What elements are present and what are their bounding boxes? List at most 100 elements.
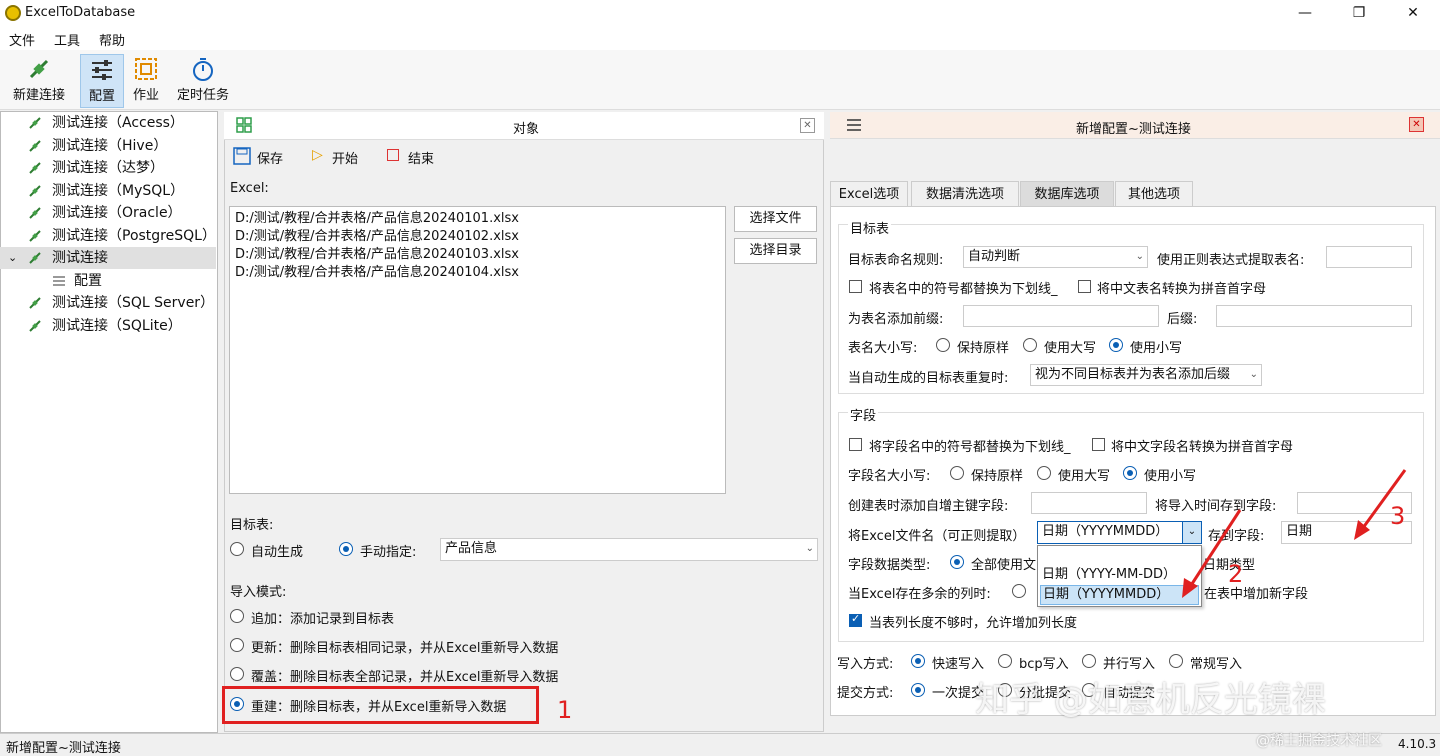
close-button[interactable]: ✕ bbox=[1390, 0, 1436, 26]
end-label: 结束 bbox=[408, 152, 435, 167]
menu-tools[interactable]: 工具 bbox=[54, 30, 80, 49]
data-type-text-radio[interactable] bbox=[950, 555, 964, 569]
config-button[interactable]: 配置 bbox=[80, 54, 124, 108]
minimize-button[interactable]: — bbox=[1282, 0, 1328, 26]
close-icon[interactable]: ✕ bbox=[1409, 117, 1424, 132]
save-icon bbox=[233, 147, 251, 165]
tab-data-cleaning[interactable]: 数据清洗选项 bbox=[911, 181, 1019, 206]
new-connection-label: 新建连接 bbox=[12, 88, 65, 103]
excel-file-list[interactable]: D:/测试/教程/合并表格/产品信息20240101.xlsx D:/测试/教程… bbox=[229, 206, 726, 494]
tree-item-hive[interactable]: 测试连接（Hive） bbox=[0, 135, 216, 157]
tree-item-access[interactable]: 测试连接（Access） bbox=[0, 112, 216, 134]
object-panel-title: 对象 bbox=[513, 122, 540, 137]
tab-excel-options[interactable]: Excel选项 bbox=[830, 181, 908, 206]
tab-database-options[interactable]: 数据库选项 bbox=[1020, 181, 1114, 206]
toolbar: 新建连接 配置 作业 定时任务 bbox=[0, 50, 1440, 110]
grid-icon bbox=[236, 117, 252, 133]
replace-field-symbols-label: 将字段名中的符号都替换为下划线_ bbox=[869, 440, 1071, 455]
table-case-lower-label: 使用小写 bbox=[1130, 341, 1183, 356]
field-case-lower-radio[interactable] bbox=[1123, 466, 1137, 480]
table-case-upper-label: 使用大写 bbox=[1044, 341, 1097, 356]
field-case-upper-radio[interactable] bbox=[1037, 466, 1051, 480]
config-panel-title: 新增配置~测试连接 bbox=[1076, 122, 1191, 137]
tree-item-test[interactable]: ⌄ 测试连接 bbox=[0, 247, 216, 269]
mode-update-radio[interactable] bbox=[230, 638, 244, 652]
tree-item-label: 测试连接（PostgreSQL） bbox=[52, 228, 216, 244]
window-title: ExcelToDatabase bbox=[25, 5, 136, 20]
import-mode-label: 导入模式: bbox=[230, 585, 287, 600]
field-case-keep-radio[interactable] bbox=[950, 466, 964, 480]
table-case-keep-radio[interactable] bbox=[936, 338, 950, 352]
replace-field-symbols-checkbox[interactable] bbox=[849, 438, 862, 451]
auto-generate-label: 自动生成 bbox=[251, 545, 304, 560]
mode-overwrite-radio[interactable] bbox=[230, 667, 244, 681]
select-directory-button[interactable]: 选择目录 bbox=[734, 238, 817, 264]
menu-file[interactable]: 文件 bbox=[9, 30, 35, 49]
write-bcp-radio[interactable] bbox=[998, 654, 1012, 668]
tree-item-label: 测试连接 bbox=[52, 250, 108, 266]
list-item[interactable]: D:/测试/教程/合并表格/产品信息20240102.xlsx bbox=[235, 228, 720, 246]
manual-specify-label: 手动指定: bbox=[360, 545, 417, 560]
maximize-button[interactable]: ❐ bbox=[1336, 0, 1382, 26]
suffix-input[interactable] bbox=[1216, 305, 1412, 327]
select-file-button[interactable]: 选择文件 bbox=[734, 206, 817, 232]
list-item[interactable]: D:/测试/教程/合并表格/产品信息20240103.xlsx bbox=[235, 246, 720, 264]
tree-item-sqlserver[interactable]: 测试连接（SQL Server） bbox=[0, 292, 216, 314]
watermark-zhihu: 知乎 @如意机反光镜裸 bbox=[975, 680, 1326, 720]
save-button[interactable]: 保存 bbox=[233, 146, 293, 167]
status-bar: 新增配置~测试连接 4.10.3 bbox=[0, 733, 1440, 756]
start-button[interactable]: ▷ 开始 bbox=[312, 146, 372, 167]
app-logo-icon bbox=[5, 5, 21, 21]
target-table-select[interactable]: 产品信息 ⌄ bbox=[440, 538, 818, 561]
naming-rule-select[interactable]: 自动判断 ⌄ bbox=[963, 246, 1148, 268]
annotation-number-2: 2 bbox=[1228, 560, 1244, 588]
tree-item-label: 测试连接（MySQL） bbox=[52, 183, 185, 199]
tree-item-dameng[interactable]: 测试连接（达梦） bbox=[0, 157, 216, 179]
auto-generate-radio[interactable] bbox=[230, 542, 244, 556]
stop-icon bbox=[387, 149, 399, 161]
replace-symbols-checkbox[interactable] bbox=[849, 280, 862, 293]
scheduled-task-button[interactable]: 定时任务 bbox=[172, 54, 234, 108]
plug-icon bbox=[29, 140, 41, 152]
tree-item-config[interactable]: 配置 bbox=[0, 270, 216, 292]
mode-append-radio[interactable] bbox=[230, 609, 244, 623]
table-case-lower-radio[interactable] bbox=[1109, 338, 1123, 352]
prefix-label: 为表名添加前缀: bbox=[848, 312, 944, 327]
write-fast-radio[interactable] bbox=[911, 654, 925, 668]
end-button[interactable]: 结束 bbox=[387, 146, 447, 167]
pinyin-field-label: 将中文字段名转换为拼音首字母 bbox=[1111, 440, 1294, 455]
pinyin-field-checkbox[interactable] bbox=[1092, 438, 1105, 451]
regex-input[interactable] bbox=[1326, 246, 1412, 268]
extend-length-checkbox[interactable] bbox=[849, 612, 862, 627]
tree-item-mysql[interactable]: 测试连接（MySQL） bbox=[0, 180, 216, 202]
autoinc-label: 创建表时添加自增主键字段: bbox=[848, 499, 1009, 514]
tree-item-label: 测试连接（Access） bbox=[52, 115, 184, 131]
new-connection-button[interactable]: 新建连接 bbox=[6, 54, 72, 108]
table-case-upper-radio[interactable] bbox=[1023, 338, 1037, 352]
menu-help[interactable]: 帮助 bbox=[99, 30, 125, 49]
duplicate-value: 视为不同目标表并为表名添加后缀 bbox=[1035, 367, 1231, 382]
chevron-down-icon[interactable]: ⌄ bbox=[8, 247, 17, 269]
prefix-input[interactable] bbox=[963, 305, 1159, 327]
sliders-icon bbox=[847, 119, 861, 131]
version-text: 4.10.3 bbox=[1398, 737, 1437, 751]
tab-other-options[interactable]: 其他选项 bbox=[1115, 181, 1193, 206]
close-icon[interactable]: ✕ bbox=[800, 118, 815, 133]
commit-once-radio[interactable] bbox=[911, 683, 925, 697]
job-button[interactable]: 作业 bbox=[128, 54, 164, 108]
autoinc-input[interactable] bbox=[1031, 492, 1147, 514]
tree-item-postgresql[interactable]: 测试连接（PostgreSQL） bbox=[0, 225, 216, 247]
tree-item-oracle[interactable]: 测试连接（Oracle） bbox=[0, 202, 216, 224]
tree-item-label: 测试连接（SQLite） bbox=[52, 318, 182, 334]
manual-specify-radio[interactable] bbox=[339, 542, 353, 556]
pinyin-table-checkbox[interactable] bbox=[1078, 280, 1091, 293]
write-normal-radio[interactable] bbox=[1169, 654, 1183, 668]
duplicate-select[interactable]: 视为不同目标表并为表名添加后缀 ⌄ bbox=[1030, 364, 1262, 386]
tree-item-sqlite[interactable]: 测试连接（SQLite） bbox=[0, 315, 216, 337]
target-table-group-title: 目标表 bbox=[848, 218, 892, 237]
sliders-icon bbox=[53, 276, 65, 286]
write-parallel-radio[interactable] bbox=[1082, 654, 1096, 668]
list-item[interactable]: D:/测试/教程/合并表格/产品信息20240101.xlsx bbox=[235, 210, 720, 228]
list-item[interactable]: D:/测试/教程/合并表格/产品信息20240104.xlsx bbox=[235, 264, 720, 282]
extra-column-radio[interactable] bbox=[1012, 584, 1026, 598]
